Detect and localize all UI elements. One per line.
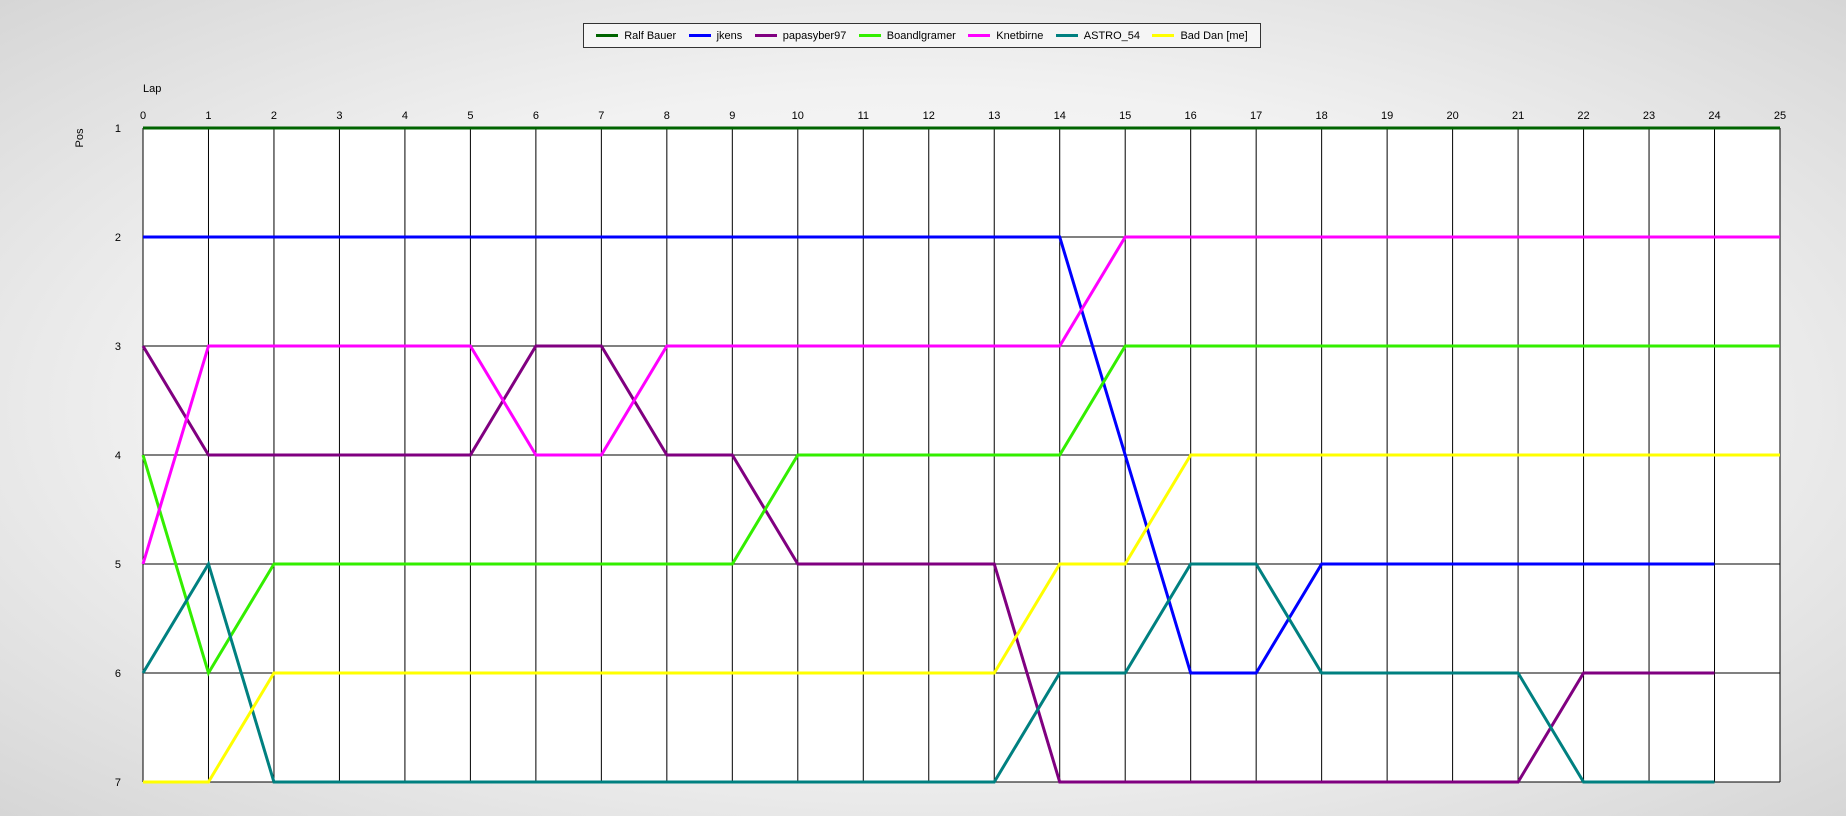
x-tick-label: 20 <box>1446 110 1458 122</box>
x-tick-label: 8 <box>664 110 670 122</box>
x-tick-label: 23 <box>1643 110 1655 122</box>
position-chart: 0 1 2 3 4 5 6 7 8 9 10 11 12 13 14 15 16 17 18 19 20 21 22 23 24… <box>74 83 1786 789</box>
x-tick-label: 17 <box>1250 110 1262 122</box>
x-tick-label: 18 <box>1316 110 1328 122</box>
x-tick-label: 4 <box>402 110 408 122</box>
x-tick-label: 15 <box>1119 110 1131 122</box>
x-tick-label: 7 <box>598 110 604 122</box>
x-tick-label: 1 <box>205 110 211 122</box>
x-tick-label: 10 <box>792 110 804 122</box>
x-tick-label: 24 <box>1708 110 1720 122</box>
x-tick-label: 19 <box>1381 110 1393 122</box>
x-tick-label: 25 <box>1774 110 1786 122</box>
x-tick-label: 16 <box>1185 110 1197 122</box>
x-tick-label: 14 <box>1054 110 1066 122</box>
y-tick-label: 2 <box>115 232 121 244</box>
x-tick-label: 9 <box>729 110 735 122</box>
x-tick-labels: 0 1 2 3 4 5 6 7 8 9 10 11 12 13 14 15 16 17 18 19 20 21 22 23 24… <box>140 110 1786 122</box>
x-tick-label: 21 <box>1512 110 1524 122</box>
y-tick-labels: 1 2 3 4 5 6 7 <box>115 123 121 789</box>
x-tick-label: 11 <box>858 110 869 122</box>
y-tick-label: 3 <box>115 341 121 353</box>
x-tick-label: 0 <box>140 110 146 122</box>
y-tick-label: 5 <box>115 559 121 571</box>
x-axis-title: Lap <box>143 83 161 95</box>
y-tick-label: 1 <box>115 123 121 135</box>
x-tick-label: 22 <box>1577 110 1589 122</box>
x-tick-label: 2 <box>271 110 277 122</box>
y-tick-label: 6 <box>115 668 121 680</box>
y-tick-label: 7 <box>115 777 121 789</box>
y-axis-title: Pos <box>74 128 86 147</box>
x-tick-label: 12 <box>923 110 935 122</box>
x-tick-label: 13 <box>988 110 1000 122</box>
x-tick-label: 6 <box>533 110 539 122</box>
x-tick-label: 5 <box>467 110 473 122</box>
y-tick-label: 4 <box>115 450 121 462</box>
x-tick-label: 3 <box>336 110 342 122</box>
